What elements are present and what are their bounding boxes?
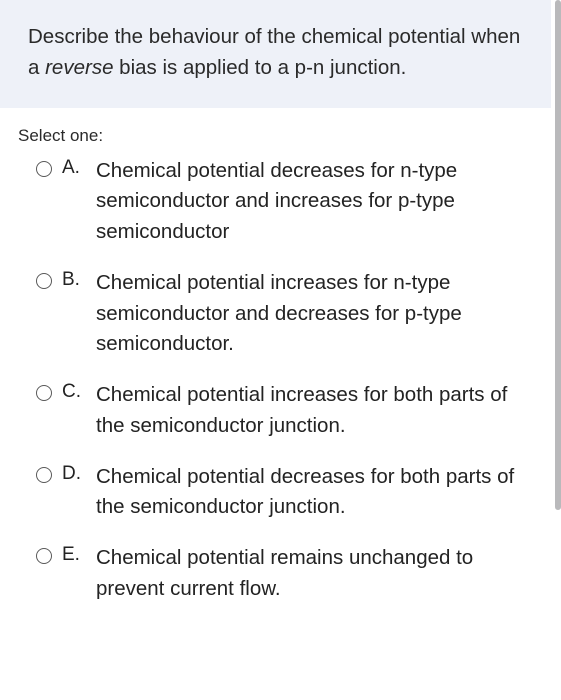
option-text: Chemical potential increases for n-type …: [96, 268, 541, 360]
option-text: Chemical potential decreases for both pa…: [96, 462, 541, 524]
option-text: Chemical potential increases for both pa…: [96, 380, 541, 442]
option-a[interactable]: A. Chemical potential decreases for n-ty…: [36, 156, 541, 248]
option-b[interactable]: B. Chemical potential increases for n-ty…: [36, 268, 541, 360]
option-d[interactable]: D. Chemical potential decreases for both…: [36, 462, 541, 524]
option-letter: D.: [62, 463, 84, 485]
answer-area: Select one: A. Chemical potential decrea…: [0, 108, 551, 605]
scrollbar-track[interactable]: [553, 0, 561, 700]
question-box: Describe the behaviour of the chemical p…: [0, 0, 551, 108]
question-text-suffix: bias is applied to a p-n junction.: [113, 56, 406, 79]
radio-a[interactable]: [36, 161, 52, 177]
radio-d[interactable]: [36, 467, 52, 483]
option-e[interactable]: E. Chemical potential remains unchanged …: [36, 543, 541, 605]
options-list: A. Chemical potential decreases for n-ty…: [18, 156, 541, 605]
select-one-label: Select one:: [18, 126, 541, 146]
scrollbar-thumb[interactable]: [555, 0, 561, 510]
radio-b[interactable]: [36, 273, 52, 289]
option-letter: A.: [62, 157, 84, 179]
option-text: Chemical potential decreases for n-type …: [96, 156, 541, 248]
quiz-content: Describe the behaviour of the chemical p…: [0, 0, 561, 605]
option-c[interactable]: C. Chemical potential increases for both…: [36, 380, 541, 442]
question-text-italic: reverse: [45, 56, 113, 79]
radio-e[interactable]: [36, 548, 52, 564]
radio-c[interactable]: [36, 385, 52, 401]
option-letter: C.: [62, 381, 84, 403]
option-text: Chemical potential remains unchanged to …: [96, 543, 541, 605]
option-letter: B.: [62, 269, 84, 291]
option-letter: E.: [62, 544, 84, 566]
